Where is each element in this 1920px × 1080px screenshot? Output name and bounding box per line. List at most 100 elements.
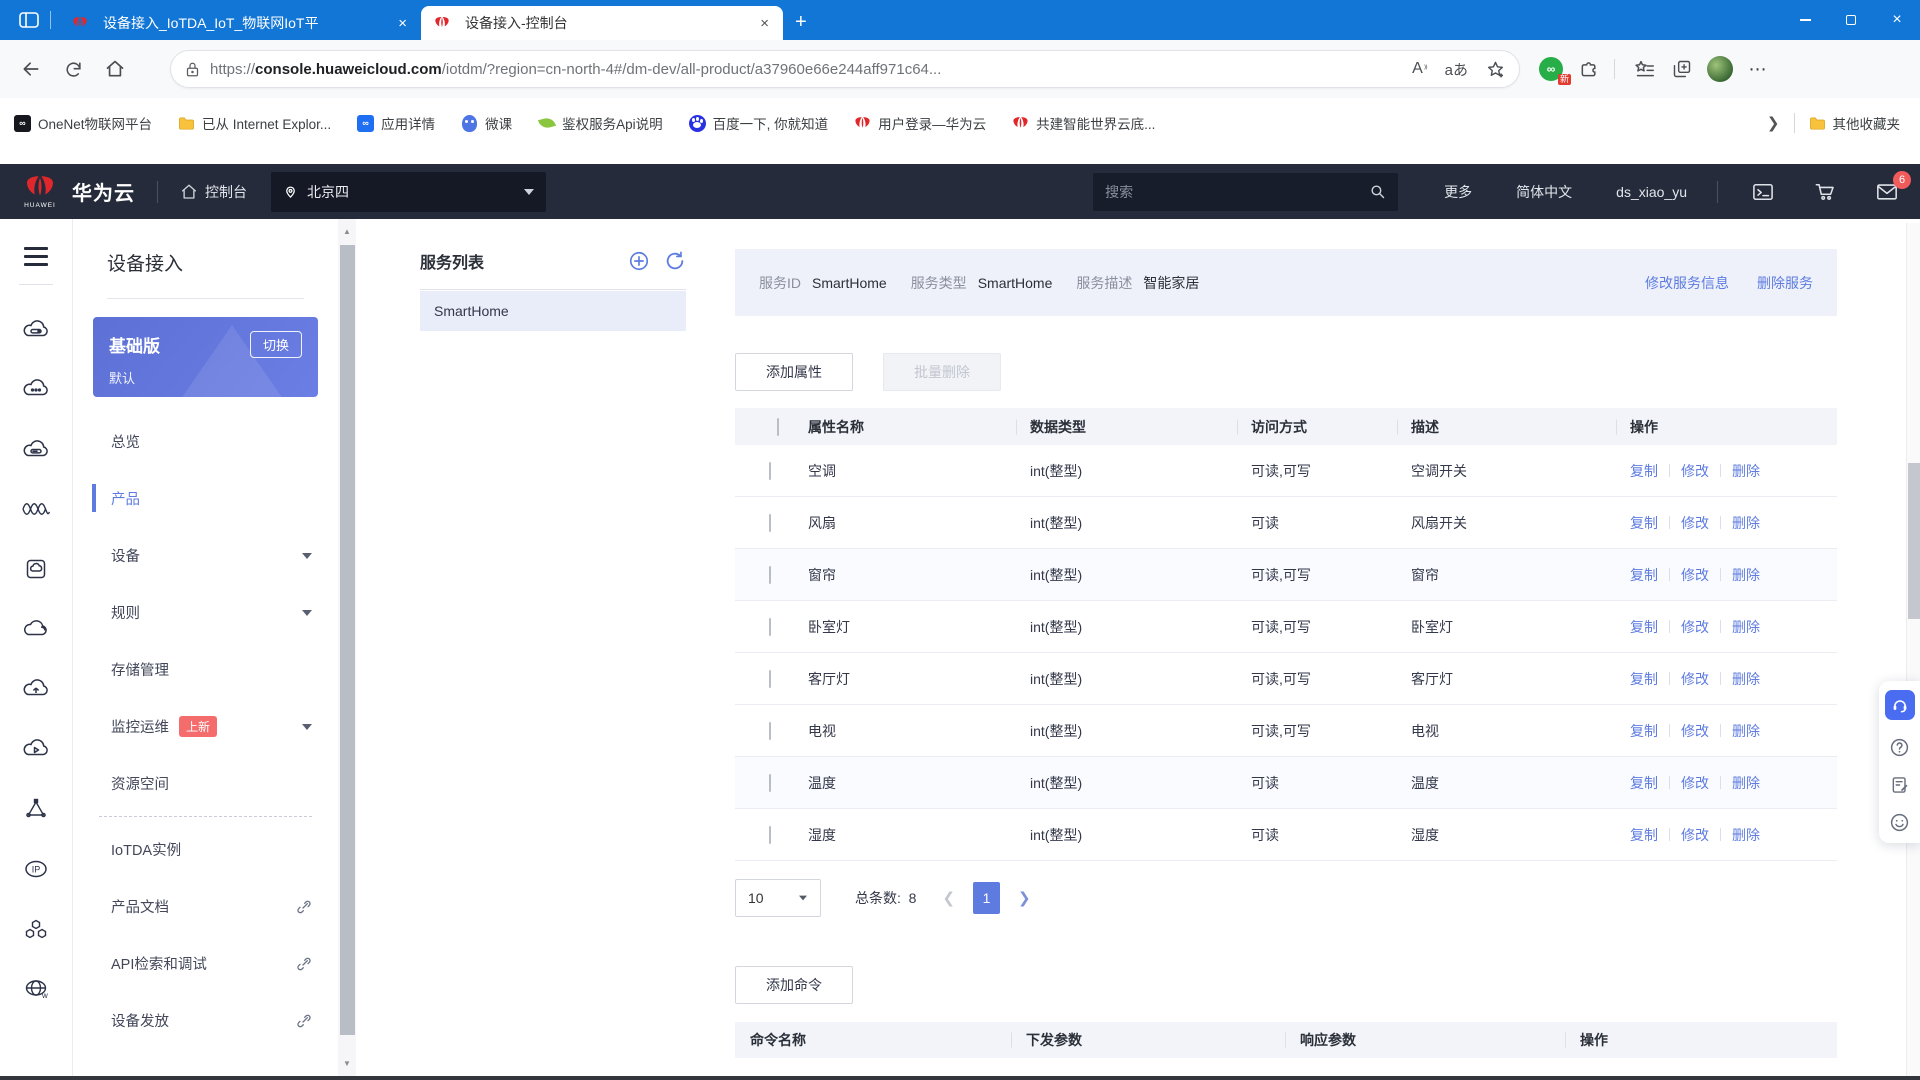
sidebar-item-iotda-instance[interactable]: IoTDA实例 [73, 821, 338, 878]
scrollbar-thumb[interactable] [339, 245, 355, 1035]
extensions-puzzle-icon[interactable] [1572, 52, 1606, 86]
huawei-logo[interactable]: HUAWEI [22, 175, 58, 209]
sidebar-item-products[interactable]: 产品 [73, 470, 338, 527]
row-action-copy[interactable]: 复制 [1630, 669, 1658, 689]
bookmark-huawei-world[interactable]: 共建智能世界云底... [1012, 113, 1155, 133]
content-scrollbar[interactable]: ▲ ▼ [338, 219, 356, 1076]
row-checkbox[interactable] [769, 513, 771, 532]
bookmark-onenet[interactable]: ∞ OneNet物联网平台 [14, 113, 152, 133]
sidebar-item-storage[interactable]: 存储管理 [73, 641, 338, 698]
nav-username[interactable]: ds_xiao_yu [1616, 184, 1687, 200]
edition-switch-button[interactable]: 切换 [249, 331, 302, 358]
back-icon[interactable] [14, 52, 48, 86]
sidebar-item-resource-space[interactable]: 资源空间 [73, 755, 338, 812]
feedback-survey-icon[interactable] [1890, 775, 1910, 795]
waves-icon[interactable] [0, 479, 72, 539]
browser-scrollbar[interactable] [1906, 223, 1920, 1076]
row-action-delete[interactable]: 删除 [1732, 513, 1760, 533]
row-action-delete[interactable]: 删除 [1732, 825, 1760, 845]
smiley-feedback-icon[interactable] [1889, 812, 1910, 833]
device-box-icon[interactable] [0, 539, 72, 599]
row-action-edit[interactable]: 修改 [1681, 669, 1709, 689]
region-selector[interactable]: 北京四 [271, 171, 546, 212]
refresh-services-icon[interactable] [664, 250, 686, 272]
row-action-copy[interactable]: 复制 [1630, 825, 1658, 845]
add-service-icon[interactable] [628, 250, 650, 272]
row-action-delete[interactable]: 删除 [1732, 617, 1760, 637]
browser-tab-inactive[interactable]: 设备接入_IoTDA_IoT_物联网IoT平 × [59, 6, 421, 40]
row-action-copy[interactable]: 复制 [1630, 513, 1658, 533]
row-checkbox[interactable] [769, 825, 771, 844]
row-checkbox[interactable] [769, 773, 771, 792]
browser-scrollbar-thumb[interactable] [1908, 463, 1920, 619]
sidebar-item-device-provisioning[interactable]: 设备发放 [73, 992, 338, 1049]
support-chat-icon[interactable] [1884, 690, 1915, 720]
row-action-copy[interactable]: 复制 [1630, 565, 1658, 585]
row-action-copy[interactable]: 复制 [1630, 773, 1658, 793]
cloud-tag-icon[interactable] [0, 419, 72, 479]
cloud-play-icon[interactable] [0, 719, 72, 779]
bookmark-auth-api[interactable]: 鉴权服务Api说明 [537, 113, 663, 133]
row-action-edit[interactable]: 修改 [1681, 773, 1709, 793]
row-action-edit[interactable]: 修改 [1681, 617, 1709, 637]
search-icon[interactable] [1369, 183, 1386, 200]
sidebar-item-api-explorer[interactable]: API检索和调试 [73, 935, 338, 992]
row-action-delete[interactable]: 删除 [1732, 669, 1760, 689]
other-favorites-folder[interactable]: 其他收藏夹 [1809, 113, 1900, 133]
browser-tab-active[interactable]: 设备接入-控制台 × [421, 6, 783, 40]
row-checkbox[interactable] [769, 721, 771, 740]
brand-name[interactable]: 华为云 [72, 177, 135, 206]
scroll-down-arrow[interactable]: ▼ [338, 1059, 356, 1068]
window-maximize-button[interactable] [1828, 0, 1874, 40]
bookmark-weike[interactable]: 微课 [461, 113, 512, 133]
sidebar-item-product-docs[interactable]: 产品文档 [73, 878, 338, 935]
add-favorite-icon[interactable] [1486, 60, 1505, 79]
window-minimize-button[interactable] [1782, 0, 1828, 40]
row-action-copy[interactable]: 复制 [1630, 617, 1658, 637]
header-search-input[interactable]: 搜索 [1093, 172, 1399, 211]
scroll-up-arrow[interactable]: ▲ [338, 227, 356, 236]
sidebar-item-overview[interactable]: 总览 [73, 413, 338, 470]
tab-close-icon[interactable]: × [394, 16, 411, 31]
messages-icon[interactable]: 6 [1876, 171, 1911, 201]
cloud-server-icon[interactable] [0, 299, 72, 359]
row-action-copy[interactable]: 复制 [1630, 721, 1658, 741]
sidebar-item-rules[interactable]: 规则 [73, 584, 338, 641]
console-home-link[interactable]: 控制台 [180, 182, 247, 202]
row-action-edit[interactable]: 修改 [1681, 461, 1709, 481]
hamburger-menu-icon[interactable] [24, 241, 48, 284]
window-close-button[interactable]: × [1874, 0, 1920, 40]
row-checkbox[interactable] [769, 669, 771, 688]
next-page-icon[interactable]: ❯ [1018, 889, 1031, 907]
row-action-delete[interactable]: 删除 [1732, 565, 1760, 585]
sidebar-item-monitoring[interactable]: 监控运维 上新 [73, 698, 338, 755]
cluster-icon[interactable] [0, 899, 72, 959]
add-property-button[interactable]: 添加属性 [735, 353, 853, 391]
tab-preview-icon[interactable] [14, 0, 44, 40]
current-page[interactable]: 1 [973, 882, 1001, 914]
page-size-select[interactable]: 10 [735, 879, 821, 917]
read-aloud-icon[interactable]: A ⁾⁾ [1412, 60, 1428, 78]
tab-close-icon[interactable]: × [756, 16, 773, 31]
extension-green-app-icon[interactable]: ∞ 新 [1534, 52, 1571, 86]
settings-more-icon[interactable]: ⋯ [1741, 52, 1775, 86]
delete-service-link[interactable]: 删除服务 [1757, 273, 1813, 293]
cloud-dots-icon[interactable] [0, 359, 72, 419]
cli-terminal-icon[interactable] [1752, 182, 1774, 202]
row-checkbox[interactable] [769, 617, 771, 636]
prev-page-icon[interactable]: ❮ [942, 889, 955, 907]
profile-avatar[interactable] [1703, 52, 1737, 86]
globe-web-icon[interactable]: w [0, 959, 72, 1019]
bookmarks-overflow-icon[interactable]: ❯ [1767, 114, 1780, 132]
row-action-delete[interactable]: 删除 [1732, 461, 1760, 481]
cloud-upload-icon[interactable] [0, 659, 72, 719]
row-action-delete[interactable]: 删除 [1732, 721, 1760, 741]
bookmark-baidu[interactable]: 百度一下, 你就知道 [688, 113, 828, 133]
bookmark-huawei-login[interactable]: 用户登录—华为云 [854, 113, 986, 133]
edit-service-link[interactable]: 修改服务信息 [1645, 273, 1729, 293]
row-checkbox[interactable] [769, 461, 771, 480]
site-permissions-icon[interactable] [185, 61, 200, 78]
collections-icon[interactable] [1665, 52, 1699, 86]
address-bar[interactable]: https://console.huaweicloud.com/iotdm/?r… [170, 50, 1520, 88]
translate-icon[interactable]: aあ [1445, 59, 1468, 80]
